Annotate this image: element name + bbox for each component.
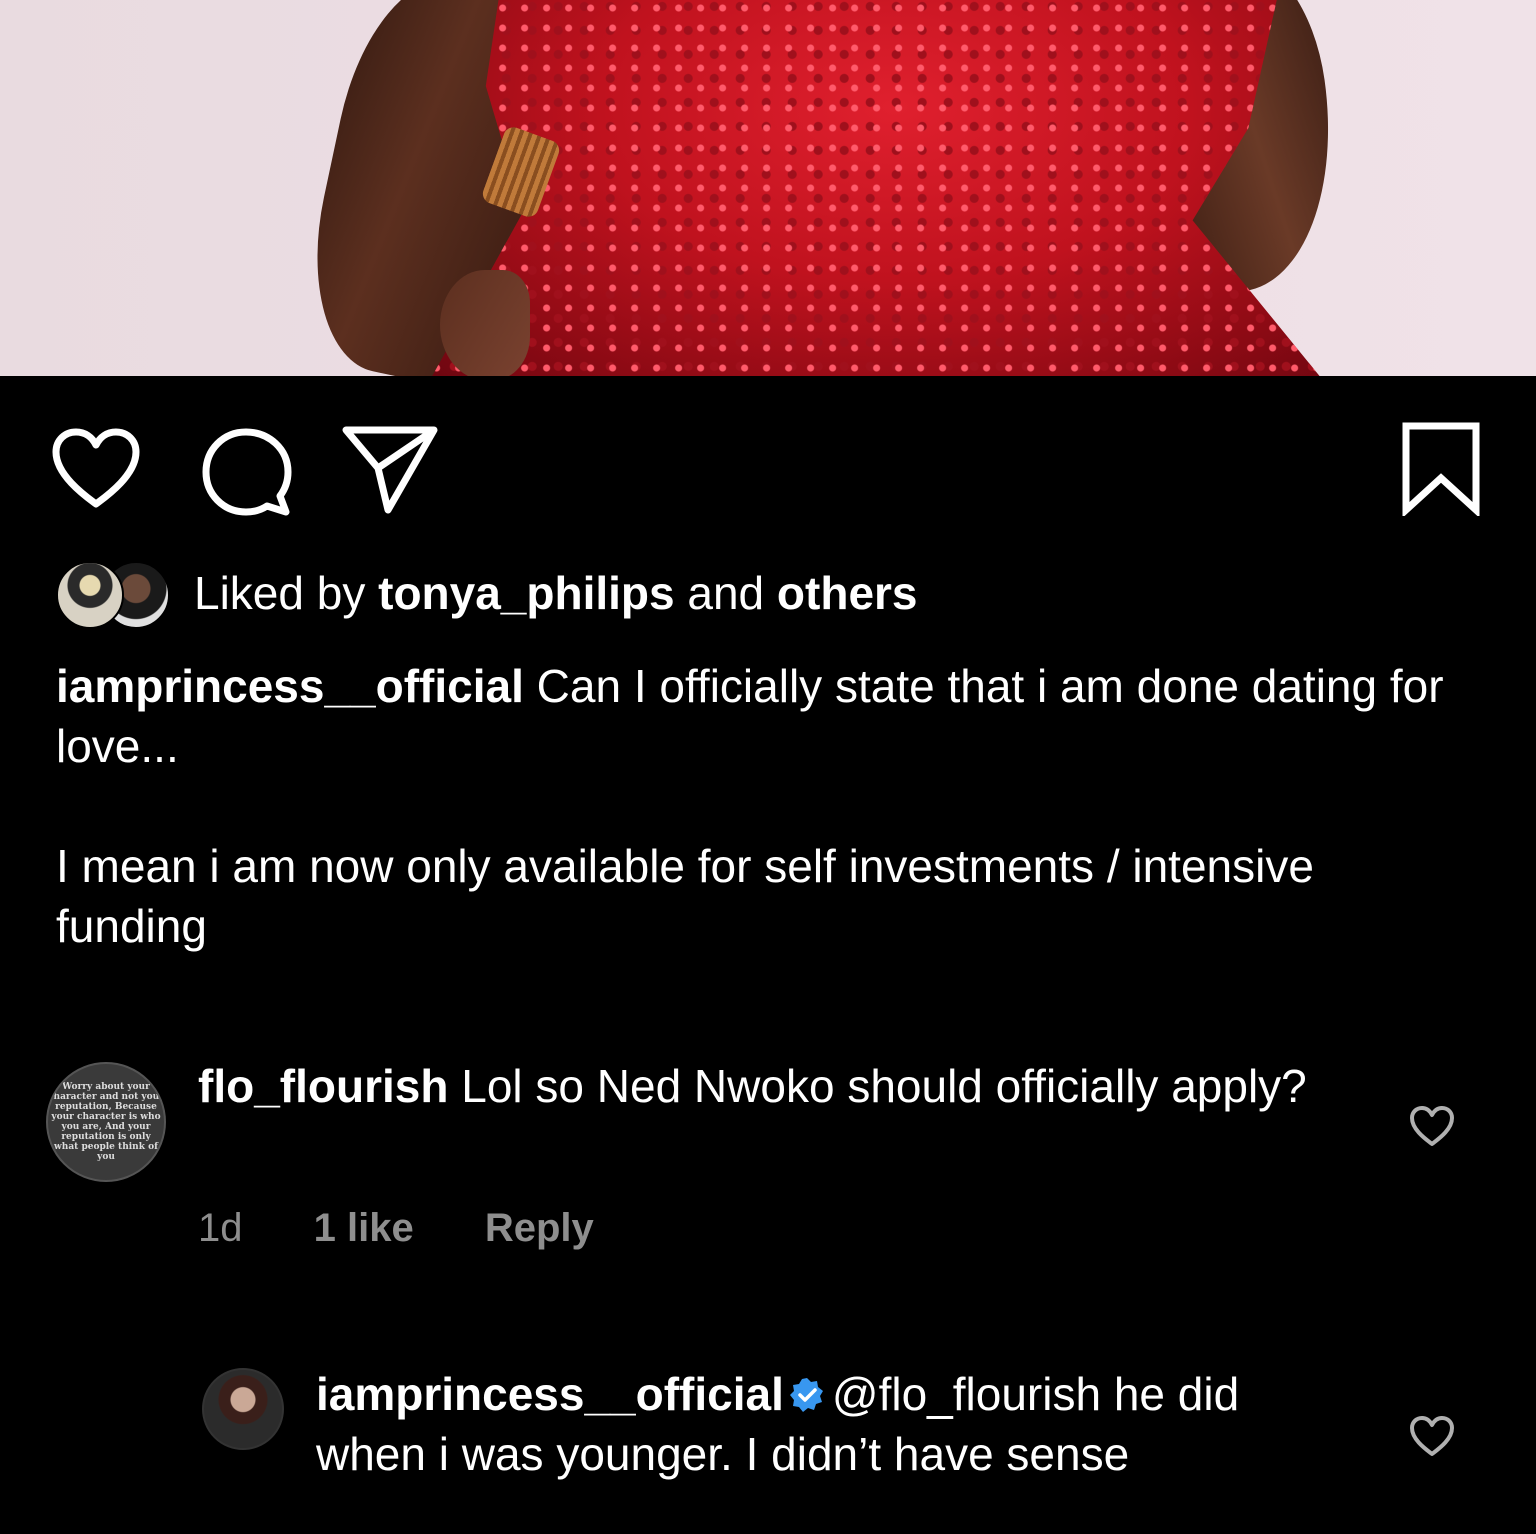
comment-meta: 1d 1 like Reply xyxy=(198,1206,654,1251)
liked-by-text: Liked by tonya_philips and others xyxy=(194,566,918,620)
heart-icon[interactable] xyxy=(50,426,142,510)
avatar xyxy=(56,561,124,629)
comment-time: 1d xyxy=(198,1206,243,1250)
comment-mention-link[interactable]: @flo_flourish xyxy=(832,1368,1101,1420)
paper-plane-icon[interactable] xyxy=(340,424,440,516)
photo-hand xyxy=(440,270,530,376)
post-action-bar xyxy=(0,376,1536,546)
comment-body: flo_flourish Lol so Ned Nwoko should off… xyxy=(198,1056,1358,1116)
liker-avatars xyxy=(56,558,176,629)
comment-username[interactable]: flo_flourish xyxy=(198,1060,448,1112)
post-photo[interactable] xyxy=(0,0,1536,376)
avatar[interactable] xyxy=(202,1368,284,1450)
avatar[interactable]: Worry about your character and not your … xyxy=(46,1062,166,1182)
heart-icon[interactable] xyxy=(1408,1104,1456,1148)
heart-icon[interactable] xyxy=(1408,1414,1456,1458)
caption-username[interactable]: iamprincess__official xyxy=(56,660,524,712)
likes-row[interactable]: Liked by tonya_philips and others xyxy=(56,558,918,629)
comment-text: Lol so Ned Nwoko should officially apply… xyxy=(461,1060,1307,1112)
reply-button[interactable]: Reply xyxy=(485,1206,594,1250)
comment-username[interactable]: iamprincess__official xyxy=(316,1368,784,1420)
caption-text-line2: I mean i am now only available for self … xyxy=(56,840,1314,952)
verified-badge-icon xyxy=(789,1378,823,1412)
comment-body: iamprincess__official @flo_flourish he d… xyxy=(316,1364,1356,1484)
bookmark-icon[interactable] xyxy=(1400,422,1482,516)
avatar-quote-text: Worry about your character and not your … xyxy=(48,1082,164,1162)
comment-likes-count[interactable]: 1 like xyxy=(314,1206,414,1250)
liked-by-others-link[interactable]: others xyxy=(777,567,918,619)
liked-by-user-link[interactable]: tonya_philips xyxy=(378,567,674,619)
liked-by-and: and xyxy=(687,567,765,619)
comment-bubble-icon[interactable] xyxy=(200,426,292,518)
liked-by-prefix: Liked by xyxy=(194,567,366,619)
post-caption: iamprincess__official Can I officially s… xyxy=(56,656,1476,956)
